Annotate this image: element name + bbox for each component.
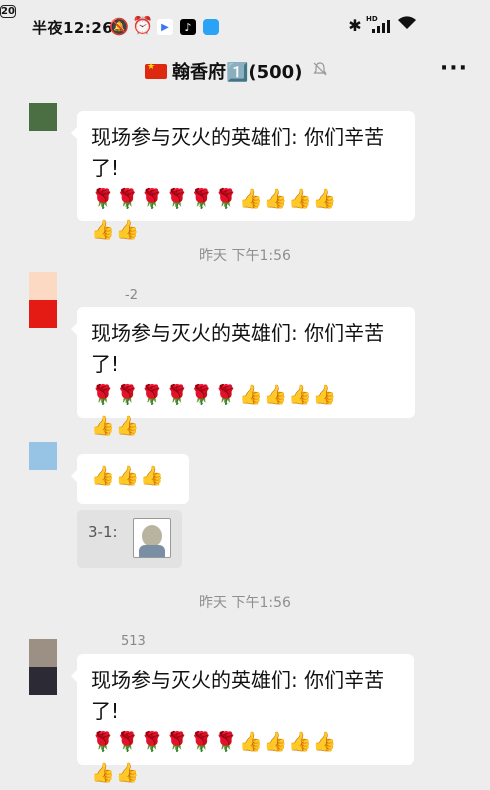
emoji-line: 🌹🌹🌹🌹🌹🌹👍👍👍👍 <box>91 188 338 210</box>
timestamp: 昨天 下午1:56 <box>199 595 291 611</box>
quoted-image-thumbnail[interactable] <box>133 518 171 558</box>
battery-icon: 20 <box>0 5 16 18</box>
emoji-line: 🌹🌹🌹🌹🌹🌹👍👍👍👍 <box>91 731 338 753</box>
emoji-line: 👍👍 <box>91 219 141 241</box>
chat-title: 翰香府1️⃣(500) <box>145 58 328 84</box>
status-time: 半夜12:26 <box>32 19 114 37</box>
message-bubble[interactable]: 现场参与灭火的英雄们: 你们辛苦了! 🌹🌹🌹🌹🌹🌹👍👍👍👍 👍👍 <box>71 307 415 437</box>
bell-slash-icon <box>312 61 328 81</box>
message-text: 现场参与灭火的英雄们: 你们辛苦了! <box>91 125 385 180</box>
app-notification-icon <box>203 19 219 35</box>
emoji-line: 👍👍 <box>91 762 141 784</box>
message-bubble[interactable]: 现场参与灭火的英雄们: 你们辛苦了! 🌹🌹🌹🌹🌹🌹👍👍👍👍 👍👍 <box>71 111 415 241</box>
emoji-line: 👍👍 <box>91 415 141 437</box>
play-store-icon: ▶ <box>157 19 173 35</box>
tiktok-icon: ♪ <box>180 19 196 35</box>
chat-header: 翰香府1️⃣(500) ··· <box>0 52 490 92</box>
sender-name: -2 <box>125 288 138 303</box>
message-text: 现场参与灭火的英雄们: 你们辛苦了! <box>91 668 385 723</box>
group-name: 翰香府1️⃣(500) <box>172 62 303 83</box>
avatar-top <box>29 272 57 300</box>
alarm-icon: ⏰ <box>132 16 154 36</box>
china-flag-icon <box>145 62 167 79</box>
avatar[interactable] <box>29 300 57 328</box>
more-button[interactable]: ··· <box>440 56 468 81</box>
avatar[interactable] <box>29 103 57 131</box>
message-text: 现场参与灭火的英雄们: 你们辛苦了! <box>91 321 385 376</box>
signal-icon: HD <box>366 15 392 33</box>
message-bubble[interactable]: 👍👍👍 <box>71 454 189 504</box>
avatar[interactable] <box>29 667 57 695</box>
message-text: 👍👍👍 <box>91 465 165 487</box>
sender-name: 513 <box>121 634 146 649</box>
emoji-line: 🌹🌹🌹🌹🌹🌹👍👍👍👍 <box>91 384 338 406</box>
quote-text: 3-1: <box>88 523 118 541</box>
avatar-top <box>29 639 57 667</box>
wifi-icon <box>396 16 418 30</box>
bluetooth-icon: ✱ <box>348 16 362 35</box>
status-bar: 半夜12:26 🔕 ⏰ ▶ ♪ ✱ HD 20 <box>0 0 490 50</box>
avatar[interactable] <box>29 442 57 470</box>
quote-box[interactable]: 3-1: <box>77 510 182 568</box>
timestamp: 昨天 下午1:56 <box>199 248 291 264</box>
mute-status-icon: 🔕 <box>109 16 129 36</box>
message-bubble[interactable]: 现场参与灭火的英雄们: 你们辛苦了! 🌹🌹🌹🌹🌹🌹👍👍👍👍 👍👍 <box>71 654 414 784</box>
